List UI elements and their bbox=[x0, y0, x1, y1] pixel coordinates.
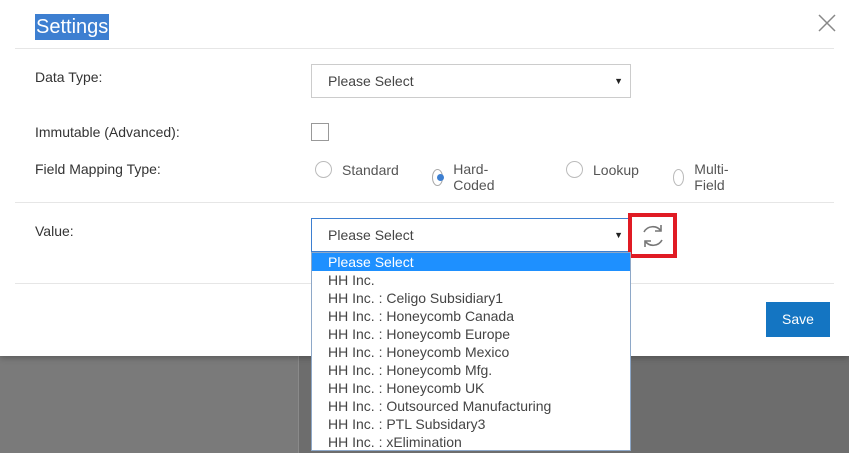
immutable-label: Immutable (Advanced): bbox=[35, 124, 180, 140]
immutable-checkbox[interactable] bbox=[311, 123, 329, 141]
data-type-label: Data Type: bbox=[35, 69, 103, 85]
radio-label: Lookup bbox=[593, 161, 639, 178]
dropdown-option[interactable]: HH Inc. : PTL Subsidary3 bbox=[312, 415, 630, 433]
save-button[interactable]: Save bbox=[766, 302, 830, 337]
radio-standard[interactable]: Standard bbox=[315, 161, 399, 178]
close-icon bbox=[818, 14, 836, 32]
dropdown-option[interactable]: HH Inc. : Honeycomb UK bbox=[312, 379, 630, 397]
radio-label: Multi-Field bbox=[694, 161, 729, 193]
dropdown-option[interactable]: HH Inc. : Honeycomb Europe bbox=[312, 325, 630, 343]
dropdown-option[interactable]: Please Select bbox=[312, 253, 630, 271]
value-select-value: Please Select bbox=[328, 227, 414, 243]
dropdown-option[interactable]: HH Inc. : Honeycomb Canada bbox=[312, 307, 630, 325]
field-mapping-type-label: Field Mapping Type: bbox=[35, 161, 161, 177]
header-divider bbox=[15, 48, 834, 49]
value-dropdown-list: Please Select HH Inc. HH Inc. : Celigo S… bbox=[311, 252, 631, 451]
close-button[interactable] bbox=[816, 12, 838, 34]
dropdown-option[interactable]: HH Inc. : Celigo Subsidiary1 bbox=[312, 289, 630, 307]
value-select[interactable]: Please Select ▼ bbox=[311, 218, 631, 252]
refresh-button[interactable] bbox=[628, 213, 677, 258]
dropdown-option[interactable]: HH Inc. : Honeycomb Mexico bbox=[312, 343, 630, 361]
dropdown-option[interactable]: HH Inc. : Honeycomb Mfg. bbox=[312, 361, 630, 379]
dropdown-option[interactable]: HH Inc. : Outsourced Manufacturing bbox=[312, 397, 630, 415]
radio-circle bbox=[315, 161, 332, 178]
value-label: Value: bbox=[35, 223, 74, 239]
radio-circle bbox=[673, 168, 685, 186]
radio-lookup[interactable]: Lookup bbox=[566, 161, 639, 178]
modal-title: Settings bbox=[35, 14, 110, 40]
caret-down-icon: ▼ bbox=[614, 230, 623, 240]
radio-circle-checked bbox=[432, 168, 445, 186]
refresh-icon bbox=[642, 224, 663, 247]
radio-label: Standard bbox=[342, 161, 399, 178]
dropdown-option[interactable]: HH Inc. : xElimination bbox=[312, 433, 630, 451]
radio-label: Hard-Coded bbox=[453, 161, 495, 193]
dropdown-option[interactable]: HH Inc. bbox=[312, 271, 630, 289]
radio-hard-coded[interactable]: Hard-Coded bbox=[432, 161, 500, 193]
radio-multi-field[interactable]: Multi-Field bbox=[673, 161, 734, 193]
radio-circle bbox=[566, 161, 583, 178]
data-type-select-value: Please Select bbox=[328, 73, 414, 89]
data-type-select[interactable]: Please Select ▼ bbox=[311, 64, 631, 98]
section-divider bbox=[15, 202, 834, 203]
caret-down-icon: ▼ bbox=[614, 76, 623, 86]
